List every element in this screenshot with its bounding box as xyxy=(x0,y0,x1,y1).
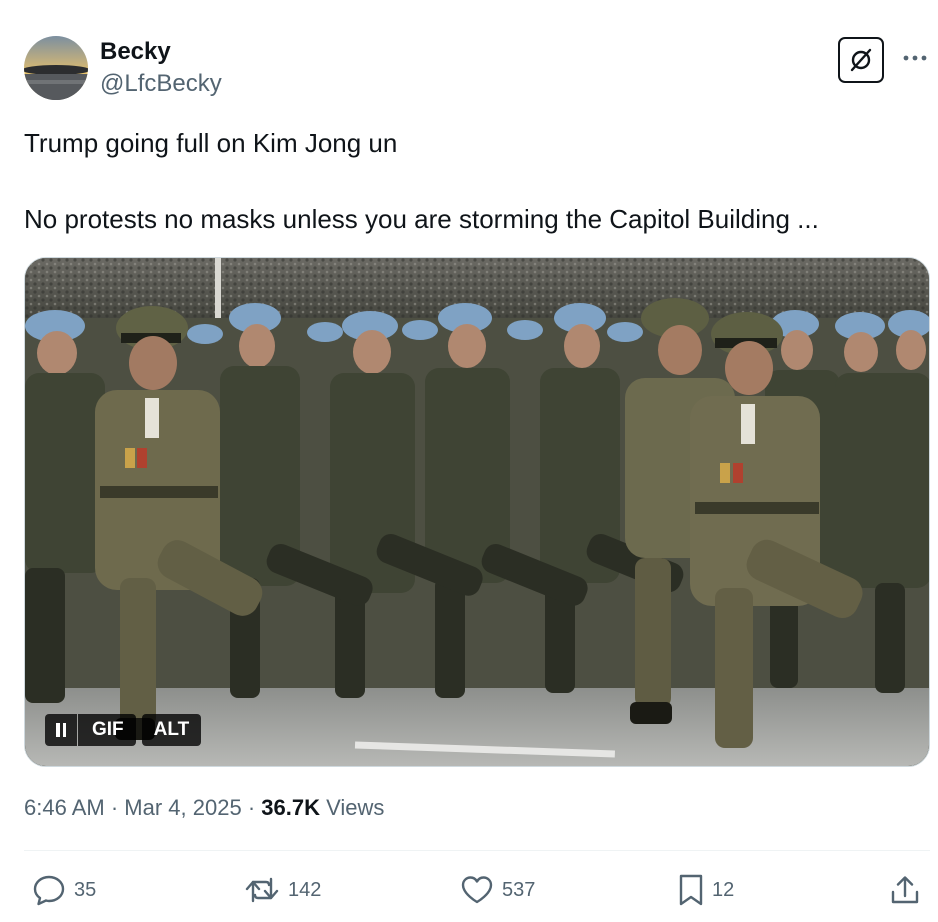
meta-separator: · xyxy=(247,795,256,820)
heart-icon xyxy=(461,876,493,904)
share-button[interactable] xyxy=(890,870,920,910)
reply-button[interactable]: 35 xyxy=(32,870,96,910)
views-count: 36.7K xyxy=(261,795,320,820)
grok-button[interactable] xyxy=(838,37,884,83)
meta-separator: · xyxy=(110,795,119,820)
reply-count: 35 xyxy=(74,878,97,901)
pause-button[interactable] xyxy=(45,714,77,746)
parade-image xyxy=(25,258,929,766)
gif-badge: GIF xyxy=(78,714,136,746)
like-count: 537 xyxy=(502,878,536,901)
media-controls: GIF ALT xyxy=(45,714,202,746)
share-icon xyxy=(891,876,919,904)
bookmark-count: 12 xyxy=(712,878,735,901)
repost-icon xyxy=(245,877,279,903)
tweet-meta: 6:46 AM · Mar 4, 2025 · 36.7K Views xyxy=(24,793,384,823)
action-bar: 35 142 537 12 xyxy=(0,870,938,910)
views-label: Views xyxy=(326,795,385,820)
more-button[interactable] xyxy=(898,46,932,70)
repost-button[interactable]: 142 xyxy=(244,870,321,910)
bookmark-icon xyxy=(679,874,703,906)
bookmark-button[interactable]: 12 xyxy=(678,870,734,910)
alt-text-button[interactable]: ALT xyxy=(141,714,202,746)
repost-count: 142 xyxy=(288,878,322,901)
tweet-text: Trump going full on Kim Jong un No prote… xyxy=(24,128,819,234)
like-button[interactable]: 537 xyxy=(460,870,535,910)
tweet-date[interactable]: Mar 4, 2025 xyxy=(124,795,241,820)
pause-icon xyxy=(56,723,60,737)
reply-icon xyxy=(33,875,65,906)
tweet-time[interactable]: 6:46 AM xyxy=(24,795,105,820)
avatar[interactable] xyxy=(24,36,88,100)
grok-icon xyxy=(850,48,872,72)
divider xyxy=(24,850,930,851)
author-name[interactable]: Becky xyxy=(100,38,171,66)
more-horizontal-icon xyxy=(903,55,927,61)
author-handle[interactable]: @LfcBecky xyxy=(100,70,222,98)
tweet-media[interactable]: GIF ALT xyxy=(24,257,930,767)
